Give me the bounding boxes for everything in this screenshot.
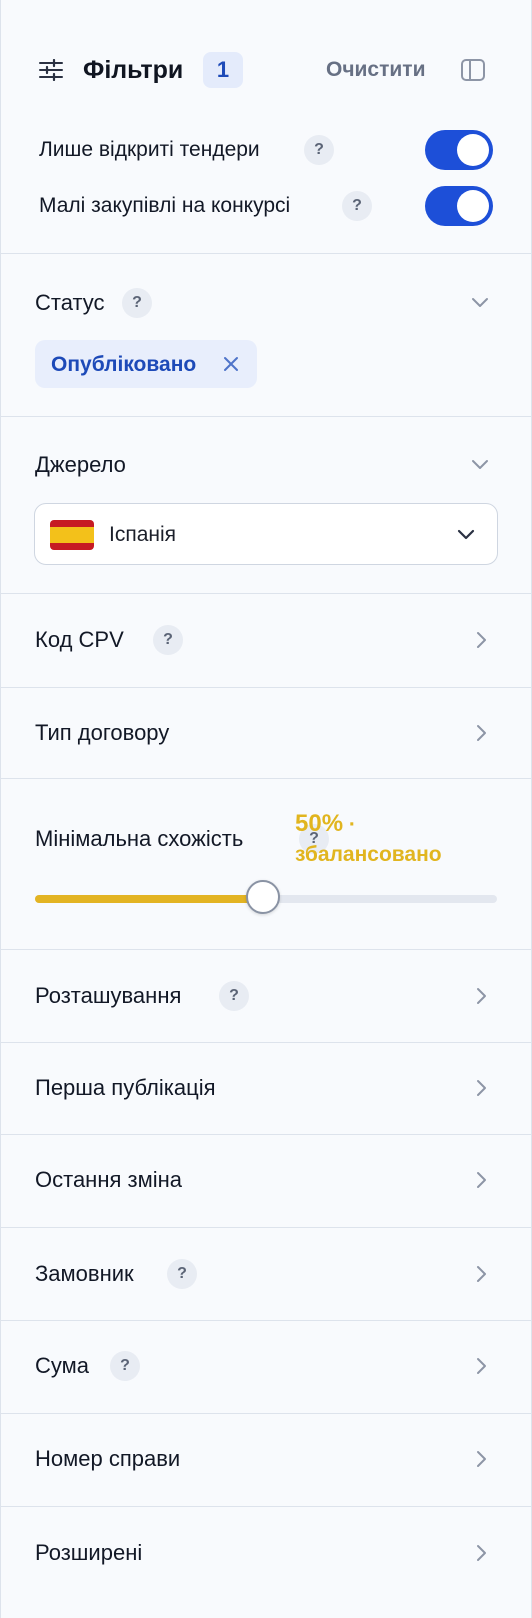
toggle-label-small-purchases: Малі закупівлі на конкурсі [39,194,291,217]
clear-filters-button[interactable]: Очистити [326,58,426,82]
help-icon[interactable]: ? [167,1259,197,1289]
chevron-right-icon [477,725,486,741]
open-tenders-toggle[interactable] [425,130,493,170]
status-label: Статус [35,290,105,315]
similarity-description: збалансовано [295,843,442,866]
filters-header: Фільтри 1 Очистити Лише відкриті тендери… [1,0,531,254]
active-filters-count-badge: 1 [203,52,243,88]
toggle-row-small-purchases: Малі закупівлі на конкурсі ? [1,184,531,228]
section-amount[interactable]: Сума ? [1,1321,531,1414]
cpv-label: Код CPV [35,627,124,652]
source-select[interactable]: Іспанія [34,503,498,565]
contract-type-label: Тип договору [35,720,170,745]
small-purchases-toggle[interactable] [425,186,493,226]
chevron-right-icon [477,1080,486,1096]
chevron-right-icon [477,632,486,648]
filters-title: Фільтри [83,56,184,84]
section-contract-type[interactable]: Тип договору [1,688,531,779]
chevron-down-icon [457,529,475,540]
section-min-similarity: Мінімальна схожість ? 50% · збалансовано [1,779,531,950]
similarity-percent: 50% [295,810,344,837]
advanced-label: Розширені [35,1540,143,1565]
source-select-value: Іспанія [109,523,177,546]
chevron-right-icon [477,1451,486,1467]
section-customer[interactable]: Замовник ? [1,1228,531,1321]
last-changed-label: Остання зміна [35,1167,182,1192]
location-label: Розташування [35,983,182,1008]
section-advanced[interactable]: Розширені [1,1507,531,1618]
section-location[interactable]: Розташування ? [1,950,531,1043]
chevron-right-icon [477,988,486,1004]
case-number-label: Номер справи [35,1446,181,1471]
chevron-down-icon[interactable] [470,293,490,313]
help-icon[interactable]: ? [342,191,372,221]
close-icon[interactable] [221,354,241,374]
spain-flag-icon [50,520,94,550]
section-source: Джерело Іспанія [1,417,531,594]
section-first-published[interactable]: Перша публікація [1,1043,531,1135]
similarity-value: 50% · збалансовано [295,809,485,870]
section-status: Статус ? Опубліковано [1,254,531,417]
help-icon[interactable]: ? [153,625,183,655]
chevron-right-icon [477,1545,486,1561]
sliders-icon [39,59,63,81]
filters-title-row: Фільтри 1 Очистити [1,50,531,90]
similarity-label: Мінімальна схожість [35,826,244,851]
sidebar-collapse-icon[interactable] [460,57,486,83]
section-case-number[interactable]: Номер справи [1,1414,531,1507]
chevron-down-icon[interactable] [470,455,490,475]
section-cpv[interactable]: Код CPV ? [1,594,531,688]
help-icon[interactable]: ? [110,1351,140,1381]
amount-label: Сума [35,1353,90,1378]
help-icon[interactable]: ? [304,135,334,165]
similarity-slider-fill [35,895,261,903]
toggle-label-open-tenders: Лише відкриті тендери [39,138,260,161]
help-icon[interactable]: ? [219,981,249,1011]
chevron-right-icon [477,1358,486,1374]
status-chip-label: Опубліковано [51,353,197,376]
toggle-knob [457,190,489,222]
help-icon[interactable]: ? [122,288,152,318]
chevron-right-icon [477,1266,486,1282]
toggle-row-open-tenders: Лише відкриті тендери ? [1,128,531,172]
section-last-changed[interactable]: Остання зміна [1,1135,531,1228]
similarity-separator: · [348,813,356,836]
chevron-right-icon [477,1172,486,1188]
filters-panel: Фільтри 1 Очистити Лише відкриті тендери… [0,0,532,1618]
toggle-knob [457,134,489,166]
status-chip: Опубліковано [35,340,257,388]
source-label: Джерело [35,452,126,477]
similarity-slider-thumb[interactable] [246,880,280,914]
first-published-label: Перша публікація [35,1075,216,1100]
customer-label: Замовник [35,1261,134,1286]
